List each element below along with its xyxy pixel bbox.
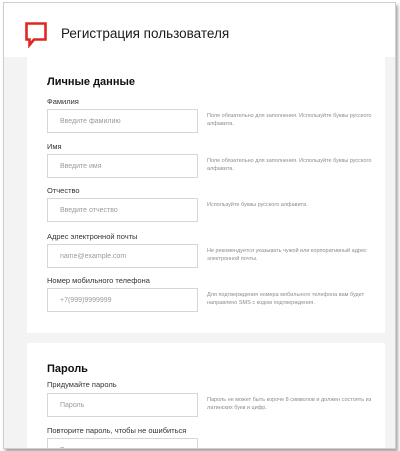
first-name-hint: Поле обязательно для заполнения. Использ… <box>207 158 372 172</box>
email-hint: Не рекомендуется указывать чужой или кор… <box>207 248 367 262</box>
phone-label: Номер мобильного телефона <box>47 276 150 285</box>
phone-hint: Для подтверждения номера мобильного теле… <box>207 292 365 306</box>
phone-input[interactable] <box>47 288 198 312</box>
password-hint: Пароль не может быть короче 8 символов и… <box>207 397 372 411</box>
last-name-hint: Поле обязательно для заполнения. Использ… <box>207 113 372 127</box>
first-name-label: Имя <box>47 142 62 151</box>
page-title: Регистрация пользователя <box>61 26 230 41</box>
email-input[interactable] <box>47 244 198 268</box>
last-name-label: Фамилия <box>47 97 79 106</box>
patronymic-label: Отчество <box>47 186 80 195</box>
last-name-input[interactable] <box>47 109 198 133</box>
password-repeat-label: Повторите пароль, чтобы не ошибиться <box>47 426 187 435</box>
registration-window: Регистрация пользователя Личные данные Ф… <box>3 2 396 449</box>
email-label: Адрес электронной почты <box>47 232 138 241</box>
speech-bubble-logo-icon <box>25 22 47 48</box>
patronymic-hint: Используйте буквы русского алфавита. <box>207 202 308 208</box>
page-header: Регистрация пользователя <box>4 3 395 57</box>
password-label: Придумайте пароль <box>47 380 117 389</box>
personal-data-heading: Личные данные <box>47 76 135 88</box>
password-heading: Пароль <box>47 363 88 375</box>
patronymic-input[interactable] <box>47 198 198 222</box>
personal-data-card: Личные данные Фамилия Поле обязательно д… <box>27 57 385 333</box>
password-input[interactable] <box>47 393 198 417</box>
password-card: Пароль Придумайте пароль Пароль не может… <box>27 343 385 448</box>
password-repeat-input[interactable] <box>47 438 198 448</box>
first-name-input[interactable] <box>47 154 198 178</box>
